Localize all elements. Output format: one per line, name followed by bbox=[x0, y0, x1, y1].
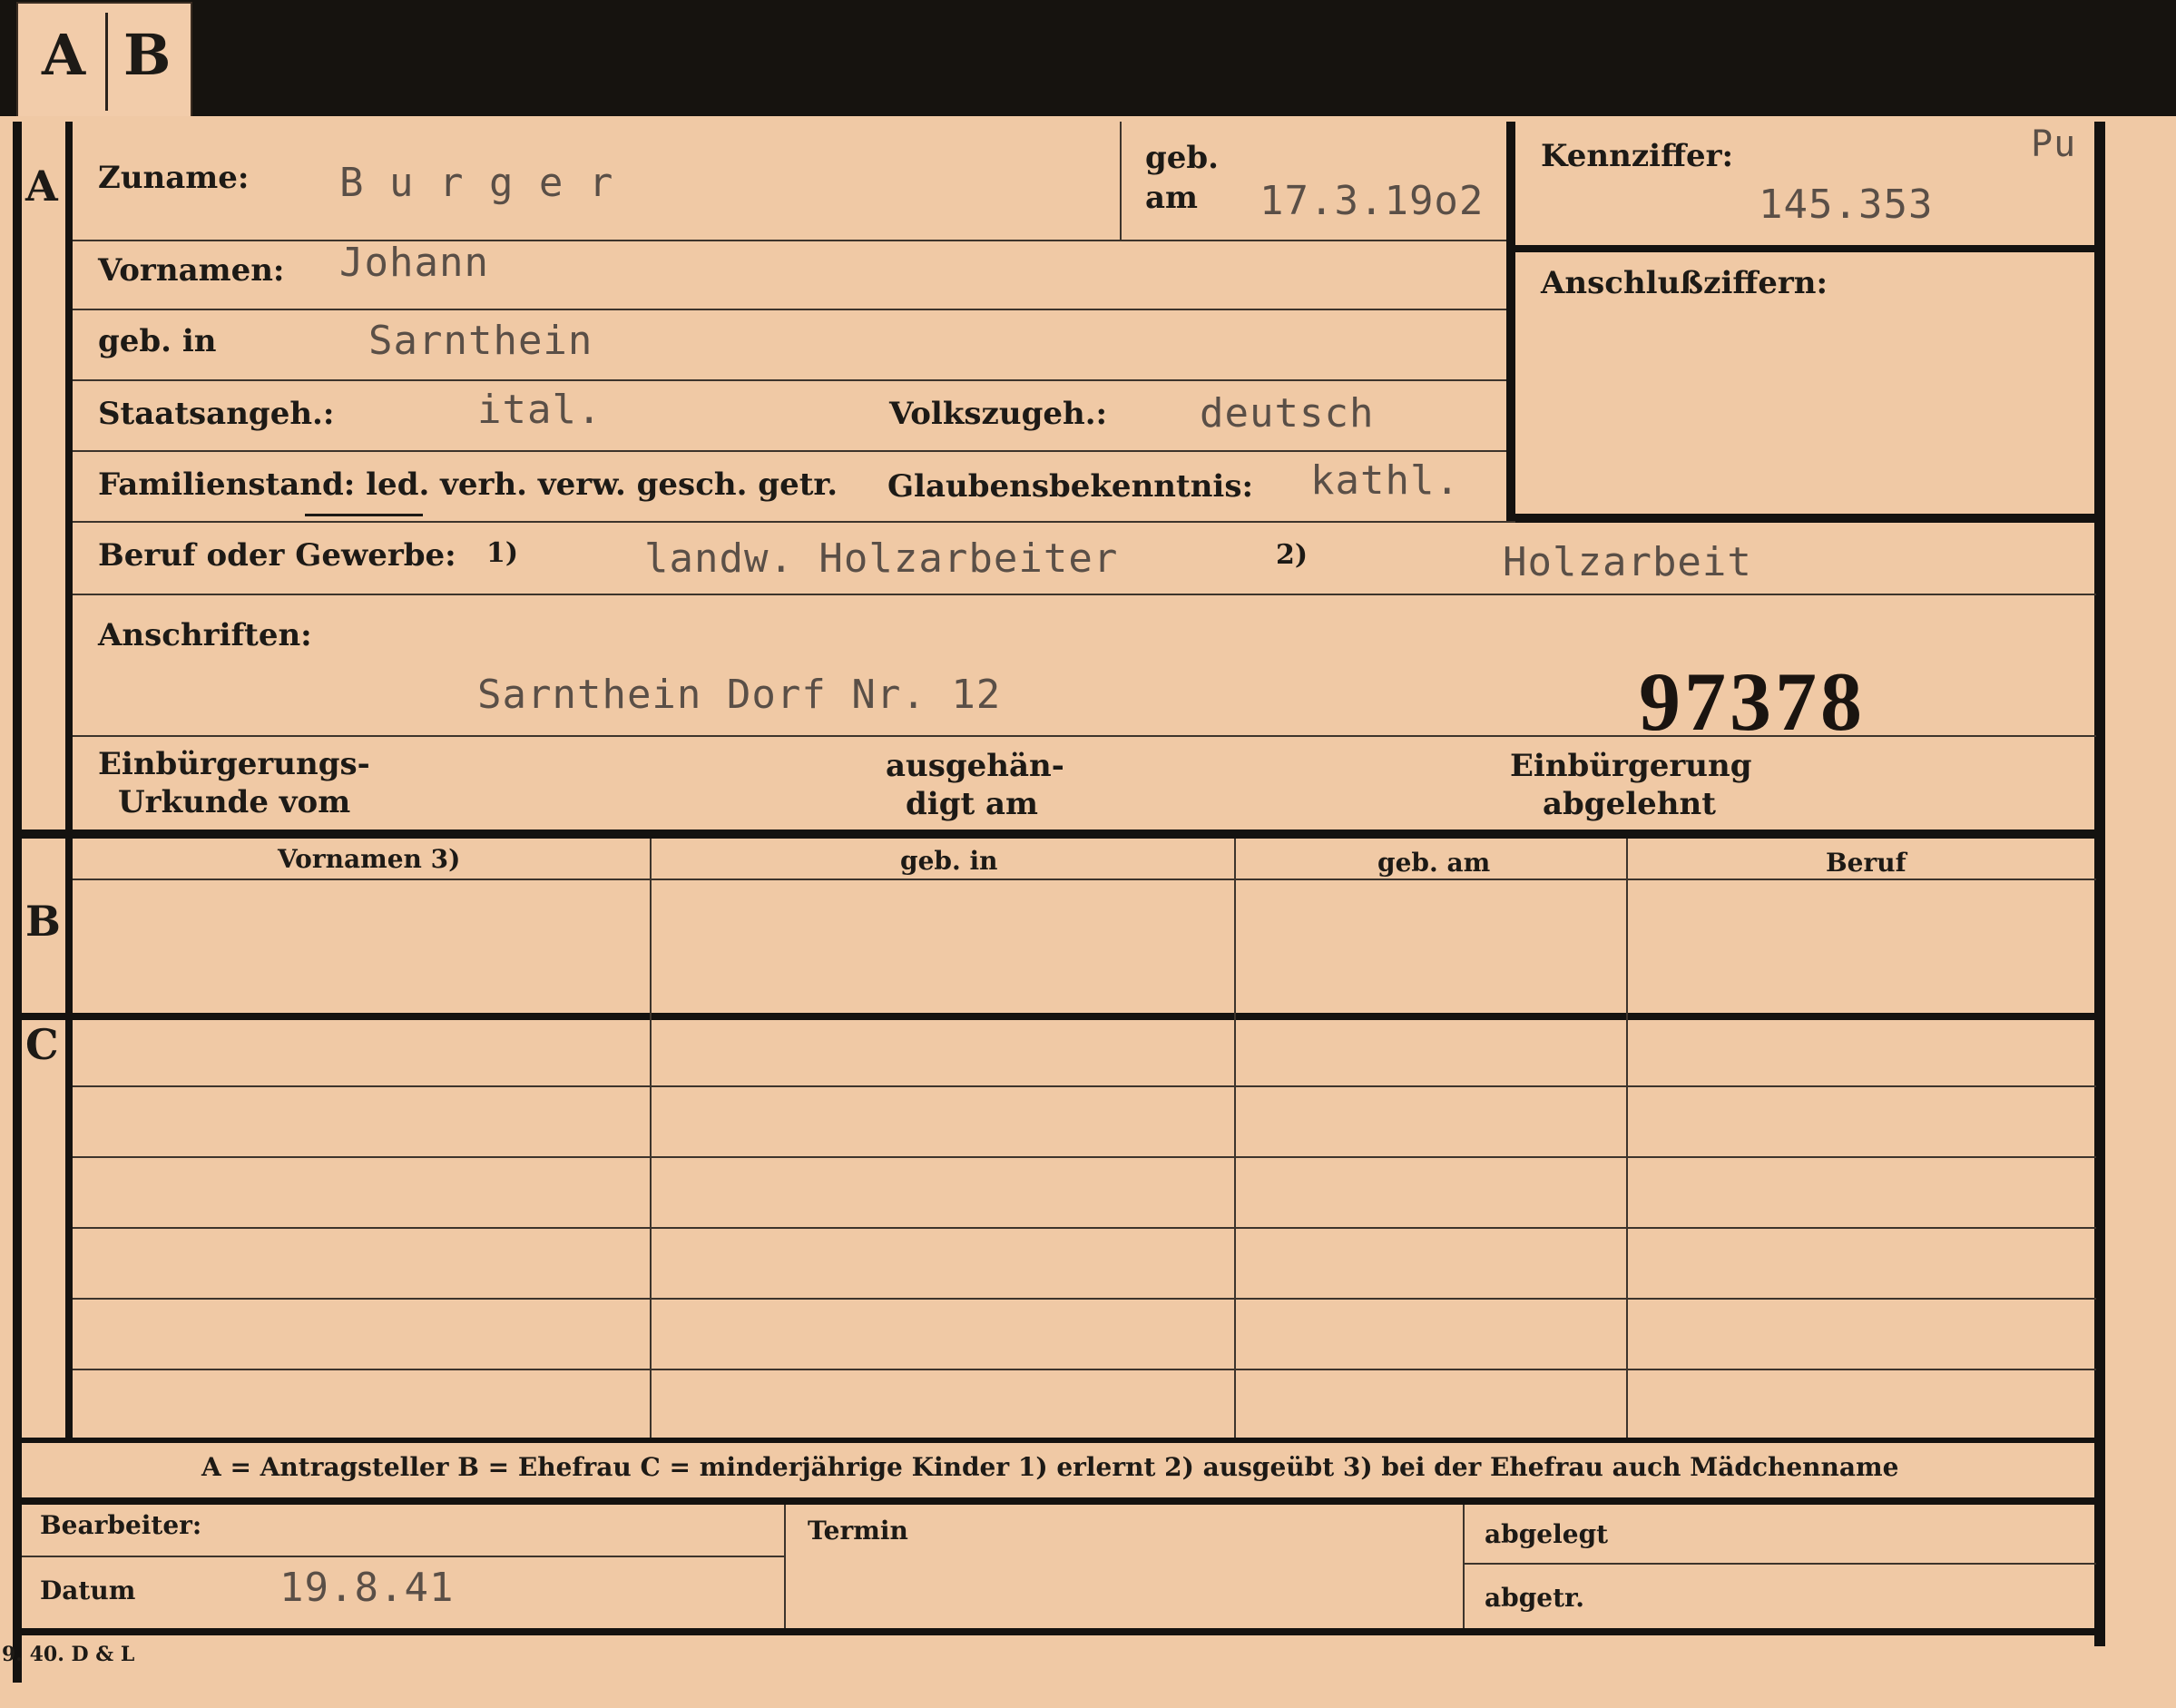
staatsangeh-label: Staatsangeh.: bbox=[98, 396, 335, 432]
stamp-number: 97378 bbox=[1639, 655, 1866, 748]
glaubensbekenntnis-value: kathl. bbox=[1310, 457, 1460, 504]
divider bbox=[73, 309, 1506, 310]
abgetr-label: abgetr. bbox=[1485, 1583, 1584, 1613]
verh-underline bbox=[305, 514, 423, 516]
kennziffer-label: Kennziffer: bbox=[1541, 138, 1734, 174]
legend-bottom-border bbox=[13, 1497, 2105, 1505]
card-tabs: A B bbox=[16, 2, 192, 122]
legend-top-border bbox=[13, 1438, 2105, 1443]
kennziffer-value: 145.353 bbox=[1759, 182, 1934, 228]
vornamen-value: Johann bbox=[339, 240, 489, 286]
anschriften-value: Sarnthein Dorf Nr. 12 bbox=[477, 672, 1002, 718]
einbuergerung-abgelehnt-label-2: abgelehnt bbox=[1543, 786, 1716, 822]
table-header-geb-in: geb. in bbox=[900, 846, 998, 876]
section-b-top-border bbox=[13, 829, 2105, 839]
ausgehaendigt-label-2: digt am bbox=[906, 786, 1039, 822]
bearbeiter-label: Bearbeiter: bbox=[40, 1510, 202, 1540]
einbuergerung-abgelehnt-label-1: Einbürgerung bbox=[1510, 748, 1752, 784]
tab-a: A bbox=[42, 22, 86, 88]
einbuergerungsurkunde-label-2: Urkunde vom bbox=[118, 784, 351, 820]
geb-label: geb. bbox=[1145, 140, 1220, 176]
einbuergerungsurkunde-label-1: Einbürgerungs- bbox=[98, 746, 370, 782]
footer-divider bbox=[1463, 1505, 1465, 1628]
table-header-beruf: Beruf bbox=[1826, 848, 1906, 878]
anschlussziffern-label: Anschlußziffern: bbox=[1541, 265, 1828, 301]
datum-value: 19.8.41 bbox=[279, 1565, 455, 1611]
beruf-value-erlernt: landw. Holzarbeiter bbox=[644, 535, 1119, 582]
geb-in-label: geb. in bbox=[98, 323, 217, 359]
volkszugeh-label: Volkszugeh.: bbox=[889, 396, 1108, 432]
geb-in-value: Sarnthein bbox=[368, 318, 593, 364]
kennziffer-note: Pu bbox=[2031, 123, 2077, 165]
table-header-vornamen: Vornamen 3) bbox=[278, 844, 461, 874]
divider bbox=[73, 240, 1506, 241]
table-column-divider bbox=[1626, 839, 1628, 1438]
footer-row-line bbox=[1465, 1563, 2096, 1565]
termin-label: Termin bbox=[808, 1516, 908, 1546]
kennziffer-box-divider bbox=[1515, 245, 2096, 252]
zuname-value: B u r g e r bbox=[339, 160, 614, 206]
left-border bbox=[13, 122, 22, 1683]
volkszugeh-value: deutsch bbox=[1200, 390, 1375, 437]
beruf-footnote-2: 2) bbox=[1276, 539, 1309, 571]
divider bbox=[73, 594, 2096, 595]
geb-am-value: 17.3.19o2 bbox=[1260, 178, 1485, 224]
table-row-line bbox=[73, 1298, 2096, 1300]
divider bbox=[73, 450, 1506, 452]
table-header-divider bbox=[73, 879, 2096, 880]
section-letter-divider bbox=[65, 122, 73, 1438]
table-header-geb-am: geb. am bbox=[1377, 848, 1491, 878]
legend: A = Antragsteller B = Ehefrau C = minder… bbox=[201, 1452, 1899, 1482]
anschriften-label: Anschriften: bbox=[98, 617, 312, 653]
vornamen-label: Vornamen: bbox=[98, 252, 285, 289]
ausgehaendigt-label-1: ausgehän- bbox=[886, 748, 1064, 784]
tab-divider bbox=[105, 13, 108, 111]
table-column-divider bbox=[650, 839, 652, 1438]
section-letter-b: B bbox=[25, 897, 61, 946]
table-column-divider bbox=[1234, 839, 1236, 1438]
footer-row-line bbox=[22, 1556, 784, 1557]
table-row-line bbox=[73, 1369, 2096, 1370]
bottom-border bbox=[13, 1628, 2105, 1635]
table-row-line bbox=[73, 1227, 2096, 1229]
table-row-line bbox=[73, 1156, 2096, 1158]
beruf-label: Beruf oder Gewerbe: bbox=[98, 537, 456, 574]
right-border bbox=[2094, 122, 2105, 1646]
footer-divider bbox=[784, 1505, 786, 1628]
glaubensbekenntnis-label: Glaubensbekenntnis: bbox=[887, 468, 1254, 505]
divider bbox=[73, 379, 1506, 381]
section-c-top-border bbox=[13, 1013, 2105, 1020]
print-code: 9. 40. D & L bbox=[2, 1643, 135, 1666]
familienstand-label: Familienstand: led. verh. verw. gesch. g… bbox=[98, 466, 838, 503]
divider bbox=[1120, 122, 1122, 240]
section-letter-c: C bbox=[25, 1020, 59, 1069]
datum-label: Datum bbox=[40, 1575, 136, 1605]
table-row-line bbox=[73, 1085, 2096, 1087]
kennziffer-box-bottom bbox=[1515, 514, 2096, 523]
beruf-footnote-1: 1) bbox=[486, 537, 519, 569]
abgelegt-label: abgelegt bbox=[1485, 1519, 1609, 1549]
tab-b: B bbox=[123, 22, 172, 88]
kennziffer-box-left bbox=[1506, 122, 1515, 521]
am-label: am bbox=[1145, 180, 1199, 216]
zuname-label: Zuname: bbox=[98, 160, 250, 196]
beruf-value-ausgeuebt: Holzarbeit bbox=[1503, 539, 1752, 585]
staatsangeh-value: ital. bbox=[477, 387, 603, 433]
section-letter-a: A bbox=[25, 162, 58, 211]
